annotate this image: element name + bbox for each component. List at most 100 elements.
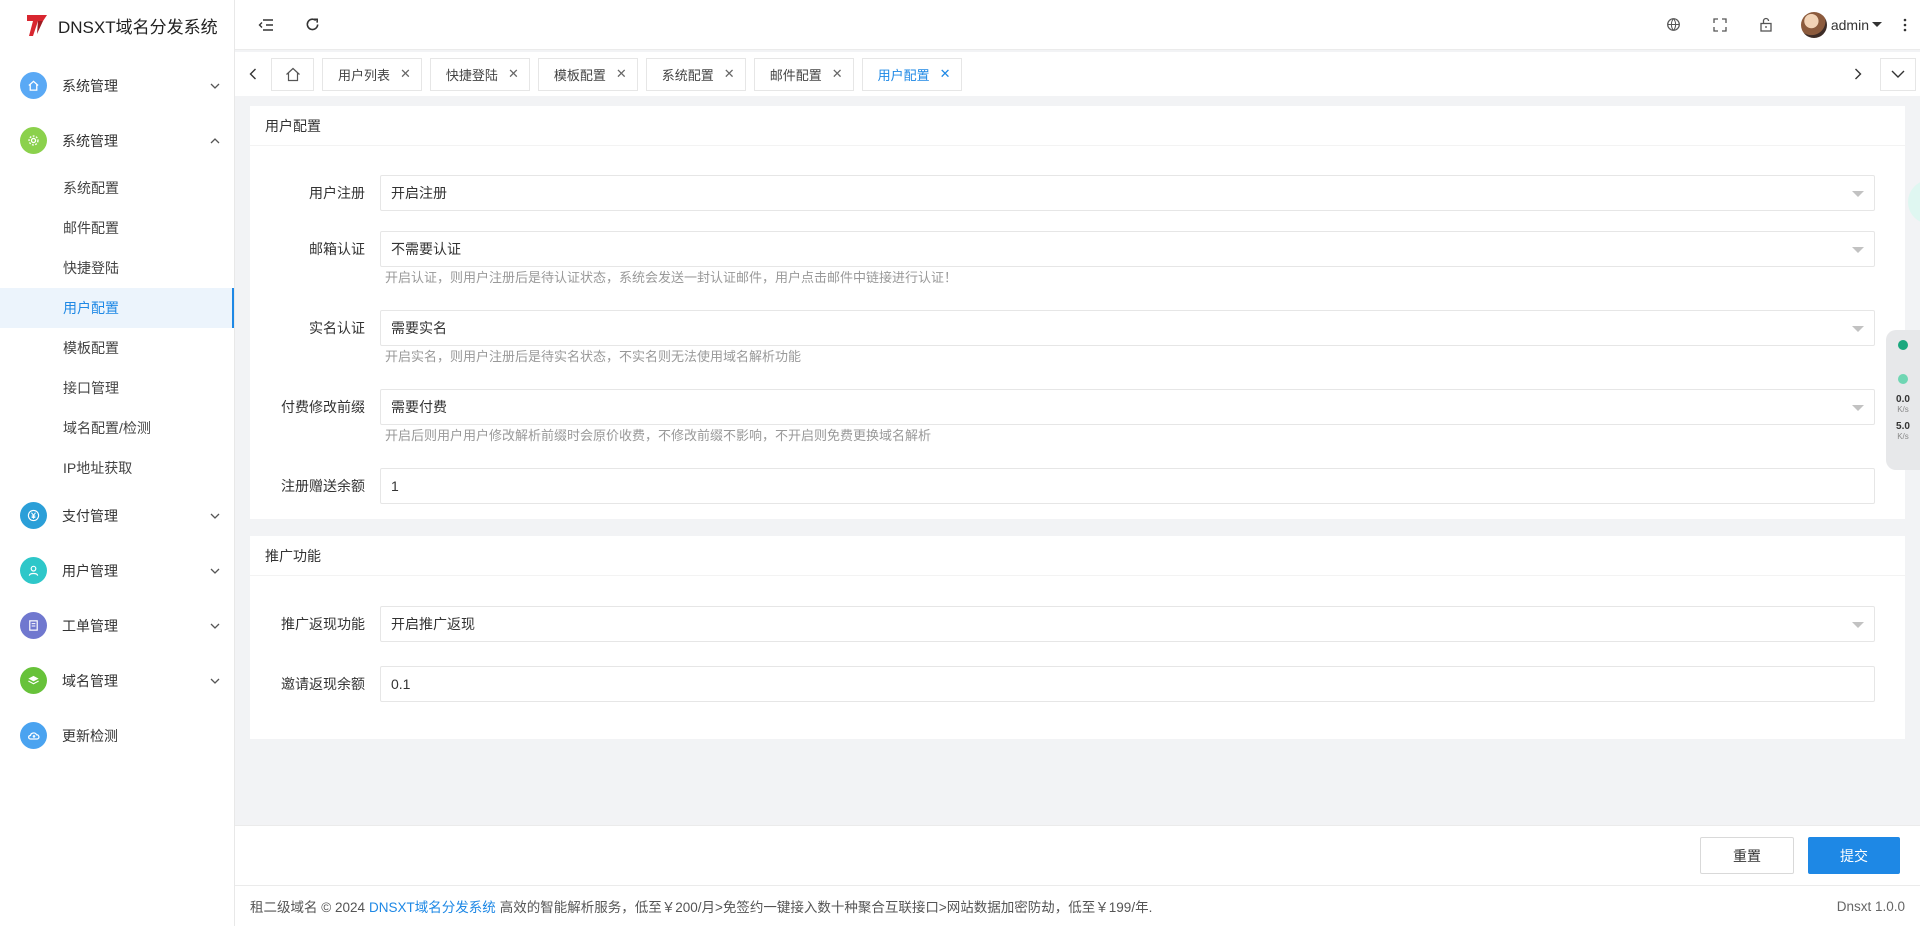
tab-label: 模板配置 <box>553 67 606 83</box>
close-icon[interactable]: ✕ <box>832 66 843 82</box>
submenu: 系统配置 邮件配置 快捷登陆 用户配置 模板配置 接口管理 域名配置/检测 IP… <box>0 168 234 488</box>
tabs-menu-chevron-down-icon[interactable] <box>1880 57 1916 91</box>
close-icon[interactable]: ✕ <box>724 66 735 82</box>
user-menu[interactable]: admin <box>1800 11 1882 38</box>
footer: 租二级域名 © 2024 DNSXT域名分发系统 高效的智能解析服务，低至￥20… <box>235 885 1920 926</box>
sidebar-subitem-system-config[interactable]: 系统配置 <box>0 168 234 208</box>
footer-copyright: 租二级域名 © 2024 <box>250 900 365 915</box>
cloud-icon <box>20 722 47 749</box>
dropdown-arrow-icon <box>1852 405 1864 411</box>
registration-select[interactable]: 开启注册 <box>380 175 1875 211</box>
version-text: Dnsxt 1.0.0 <box>1836 898 1905 914</box>
upload-unit: K/s <box>1897 405 1909 414</box>
tab-mail-config[interactable]: 邮件配置 ✕ <box>753 57 854 91</box>
tab-label: 快捷登陆 <box>445 67 498 83</box>
sidebar-item-update-check[interactable]: 更新检测 <box>0 708 234 763</box>
form-row-cashback: 推广返现功能 开启推广返现 <box>250 606 1905 642</box>
upload-speed: 0.0 <box>1896 394 1910 405</box>
header-right: admin <box>1651 0 1920 50</box>
tab-home[interactable] <box>271 57 314 91</box>
tab-quick-login[interactable]: 快捷登陆 ✕ <box>429 57 530 91</box>
sidebar-subitem-domain-check[interactable]: 域名配置/检测 <box>0 408 234 448</box>
submit-button[interactable]: 提交 <box>1808 837 1900 874</box>
brand[interactable]: DNSXT域名分发系统 <box>0 0 234 50</box>
register-bonus-input[interactable]: 1 <box>380 468 1875 504</box>
action-bar: 重置 提交 <box>235 825 1920 885</box>
top-header: admin <box>235 0 1920 50</box>
section-title: 推广功能 <box>250 536 1905 576</box>
cashback-select[interactable]: 开启推广返现 <box>380 606 1875 642</box>
tab-label: 用户列表 <box>338 67 391 83</box>
yuan-icon <box>20 502 47 529</box>
sidebar-item-label: 用户管理 <box>62 562 118 579</box>
tab-label: 系统配置 <box>661 67 714 83</box>
home-icon <box>20 72 47 99</box>
sidebar-item-payment[interactable]: 支付管理 <box>0 488 234 543</box>
field-label: 邮箱认证 <box>309 241 365 257</box>
sidebar-item-system-2[interactable]: 系统管理 <box>0 113 234 168</box>
sidebar-subitem-api-manage[interactable]: 接口管理 <box>0 368 234 408</box>
avatar <box>1800 11 1827 38</box>
sidebar-item-label: 更新检测 <box>62 727 118 744</box>
footer-link[interactable]: DNSXT域名分发系统 <box>369 896 496 916</box>
layers-icon <box>20 667 47 694</box>
sidebar-item-label: 系统管理 <box>62 77 118 94</box>
sidebar-item-users[interactable]: 用户管理 <box>0 543 234 598</box>
tab-user-list[interactable]: 用户列表 ✕ <box>322 57 422 91</box>
field-label: 邀请返现余额 <box>281 676 365 692</box>
sidebar-subitem-template-config[interactable]: 模板配置 <box>0 328 234 368</box>
form-row-registration: 用户注册 开启注册 <box>250 175 1905 211</box>
sidebar-subitem-ip-fetch[interactable]: IP地址获取 <box>0 448 234 488</box>
tabs-scroll-left-icon[interactable] <box>235 52 271 96</box>
close-icon[interactable]: ✕ <box>508 66 519 82</box>
chevron-down-icon <box>210 623 220 629</box>
tabs-right <box>1840 52 1920 96</box>
tab-user-config[interactable]: 用户配置 ✕ <box>861 57 962 91</box>
sidebar-item-label: 工单管理 <box>62 617 118 634</box>
sidebar-item-label: 域名管理 <box>62 672 118 689</box>
tabs-scroll-right-icon[interactable] <box>1840 52 1876 96</box>
help-text: 开启实名，则用户注册后是待实名状态，不实名则无法使用域名解析功能 <box>385 349 802 364</box>
theme-icon[interactable] <box>1651 0 1697 50</box>
select-value: 不需要认证 <box>391 241 461 257</box>
sidebar-item-domains[interactable]: 域名管理 <box>0 653 234 708</box>
floating-bubble[interactable] <box>1908 180 1920 224</box>
fullscreen-icon[interactable] <box>1697 0 1743 50</box>
reset-button[interactable]: 重置 <box>1700 837 1794 874</box>
more-vertical-icon[interactable] <box>1890 0 1920 50</box>
home-icon <box>285 67 300 81</box>
close-icon[interactable]: ✕ <box>940 66 951 82</box>
tab-system-config[interactable]: 系统配置 ✕ <box>645 57 746 91</box>
invite-bonus-input[interactable]: 0.1 <box>380 666 1875 702</box>
email-verify-select[interactable]: 不需要认证 <box>380 231 1875 267</box>
app-title: DNSXT域名分发系统 <box>58 17 218 37</box>
refresh-icon[interactable] <box>289 0 335 50</box>
close-icon[interactable]: ✕ <box>400 66 411 82</box>
caret-down-icon <box>1872 22 1882 27</box>
sidebar-subitem-quick-login[interactable]: 快捷登陆 <box>0 248 234 288</box>
chevron-up-icon <box>210 137 220 143</box>
sidebar-menu: 系统管理 系统管理 系统配置 邮件配置 快捷登陆 用户配置 模板配置 接口管理 … <box>0 58 234 763</box>
footer-text: 高效的智能解析服务，低至￥200/月>免签约一键接入数十种聚合互联接口>网站数据… <box>499 900 1153 915</box>
field-label: 用户注册 <box>309 185 365 201</box>
sidebar-subitem-mail-config[interactable]: 邮件配置 <box>0 208 234 248</box>
close-icon[interactable]: ✕ <box>616 66 627 82</box>
chevron-down-icon <box>210 513 220 519</box>
user-name: admin <box>1830 16 1869 33</box>
field-label: 付费修改前缀 <box>281 399 365 415</box>
sidebar-item-label: 支付管理 <box>62 507 118 524</box>
sidebar-subitem-user-config[interactable]: 用户配置 <box>0 288 234 328</box>
status-dot <box>1898 374 1908 384</box>
help-text: 开启后则用户用户修改解析前缀时会原价收费，不修改前缀不影响，不开启则免费更换域名… <box>385 428 932 443</box>
menu-toggle-icon[interactable] <box>243 0 289 50</box>
download-speed: 5.0 <box>1896 421 1910 432</box>
field-label: 实名认证 <box>309 320 365 336</box>
prefix-fee-select[interactable]: 需要付费 <box>380 389 1875 425</box>
tab-template-config[interactable]: 模板配置 ✕ <box>537 57 638 91</box>
sidebar-item-system-1[interactable]: 系统管理 <box>0 58 234 113</box>
realname-select[interactable]: 需要实名 <box>380 310 1875 346</box>
sidebar-item-tickets[interactable]: 工单管理 <box>0 598 234 653</box>
lock-icon[interactable] <box>1743 0 1789 50</box>
network-speed-widget[interactable]: 0.0 K/s 5.0 K/s <box>1886 330 1920 470</box>
promotion-card: 推广功能 推广返现功能 开启推广返现 邀请返现余额 0.1 <box>250 536 1905 739</box>
